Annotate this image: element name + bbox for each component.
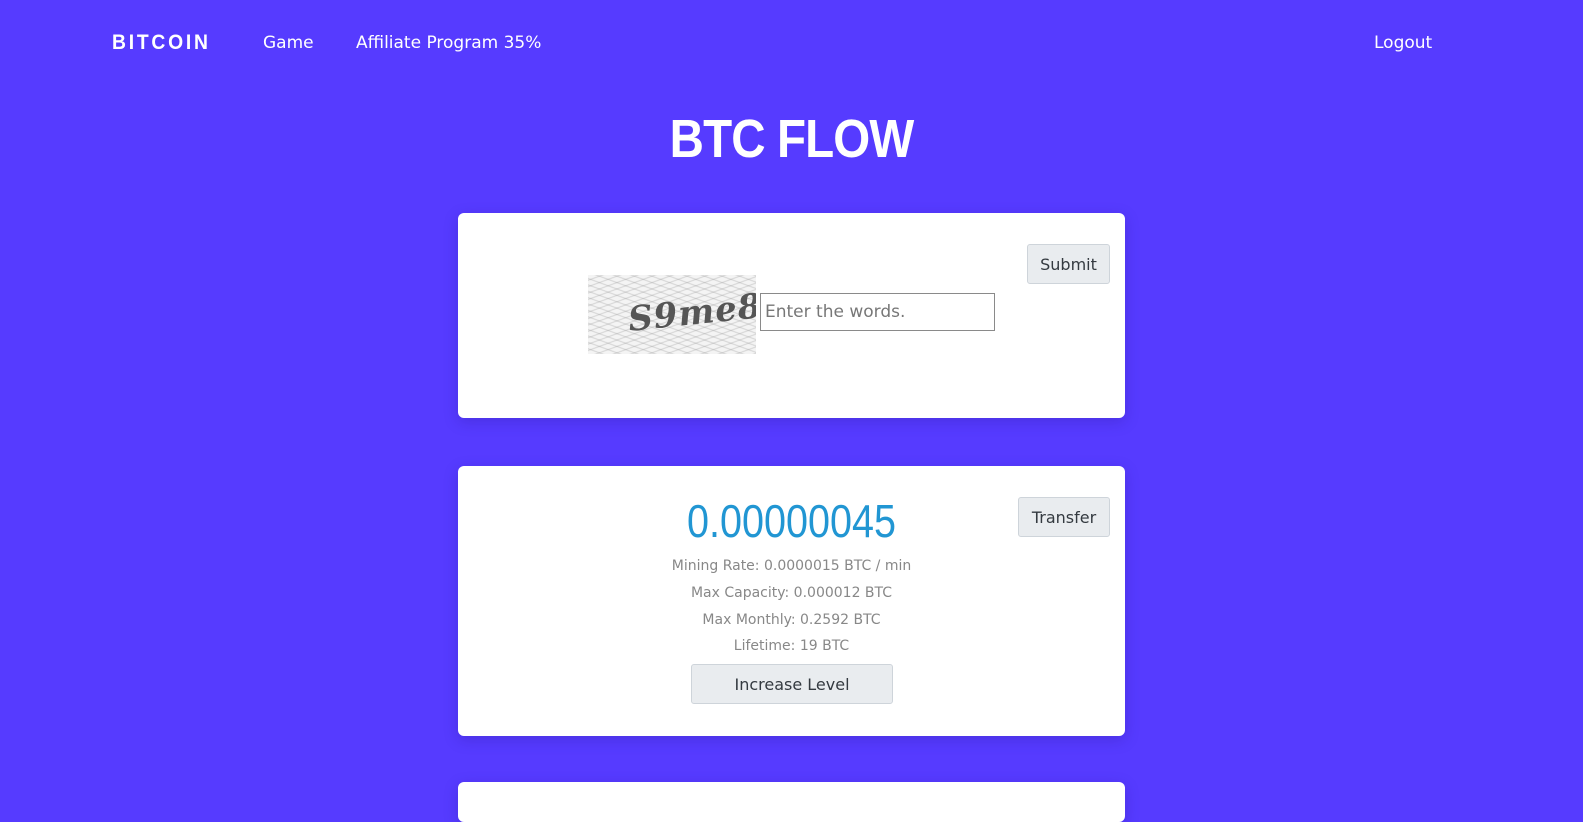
top-navbar: BITCOIN Game Affiliate Program 35% Logou… xyxy=(0,0,1583,88)
nav-link-game[interactable]: Game xyxy=(263,33,314,53)
brand-logo[interactable]: BITCOIN xyxy=(112,31,211,55)
page-title: BTC FLOW xyxy=(669,109,915,169)
max-monthly-text: Max Monthly: 0.2592 BTC xyxy=(702,612,881,628)
captcha-card: S9me8 Submit xyxy=(458,213,1125,418)
captcha-image: S9me8 xyxy=(588,275,756,354)
increase-level-button[interactable]: Increase Level xyxy=(691,664,893,704)
balance-amount: 0.00000045 xyxy=(686,495,897,547)
logout-link[interactable]: Logout xyxy=(1374,33,1432,53)
balance-card: 0.00000045 Transfer Mining Rate: 0.00000… xyxy=(458,466,1125,736)
max-capacity-text: Max Capacity: 0.000012 BTC xyxy=(690,585,893,601)
mining-rate-text: Mining Rate: 0.0000015 BTC / min xyxy=(671,558,912,574)
transfer-button[interactable]: Transfer xyxy=(1018,497,1110,537)
captcha-input[interactable] xyxy=(760,293,995,331)
submit-button[interactable]: Submit xyxy=(1027,244,1110,284)
next-card xyxy=(458,782,1125,822)
captcha-image-text: S9me8 xyxy=(626,286,756,340)
lifetime-text: Lifetime: 19 BTC xyxy=(733,638,850,654)
nav-link-affiliate-program[interactable]: Affiliate Program 35% xyxy=(356,33,541,53)
